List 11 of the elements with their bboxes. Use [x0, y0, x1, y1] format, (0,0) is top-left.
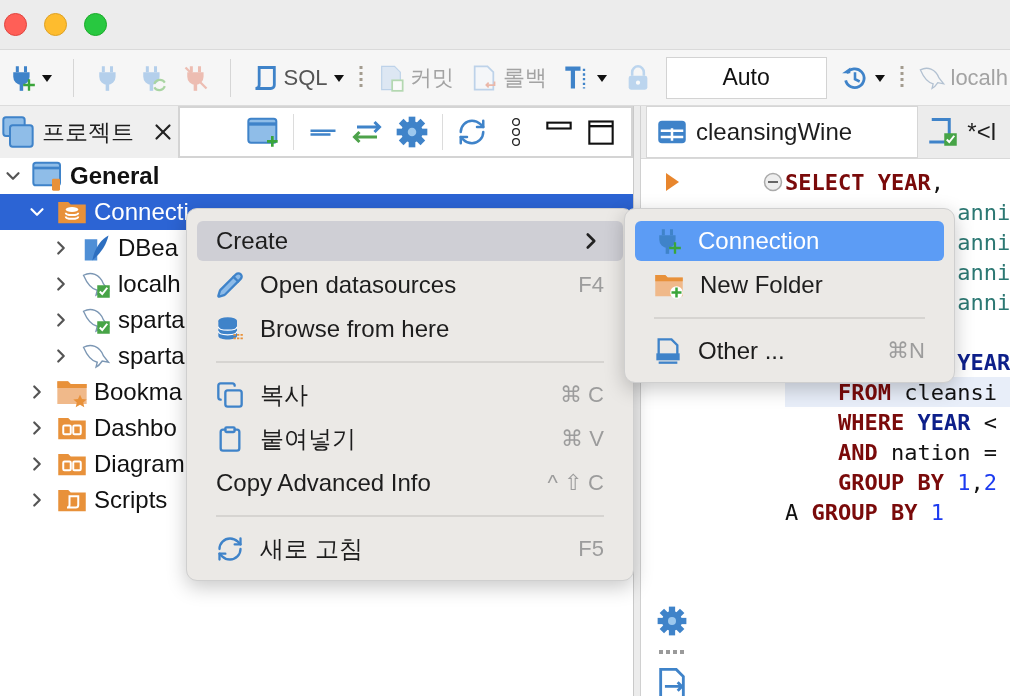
code-line: A GROUP BY 1: [785, 498, 944, 527]
code-line: anni: [957, 228, 1010, 257]
code-line: anni: [957, 198, 1010, 227]
code-line: anni: [957, 258, 1010, 287]
code-line: WHERE YEAR <: [838, 408, 997, 437]
code-line: FROM cleansi: [838, 378, 997, 407]
code-line: GROUP BY 1,2: [838, 468, 997, 497]
code-line: SELECT YEAR,: [785, 168, 944, 197]
code-line: anni: [957, 288, 1010, 317]
code-line: AND nation =: [838, 438, 997, 467]
code-line: YEAR: [957, 348, 1010, 377]
